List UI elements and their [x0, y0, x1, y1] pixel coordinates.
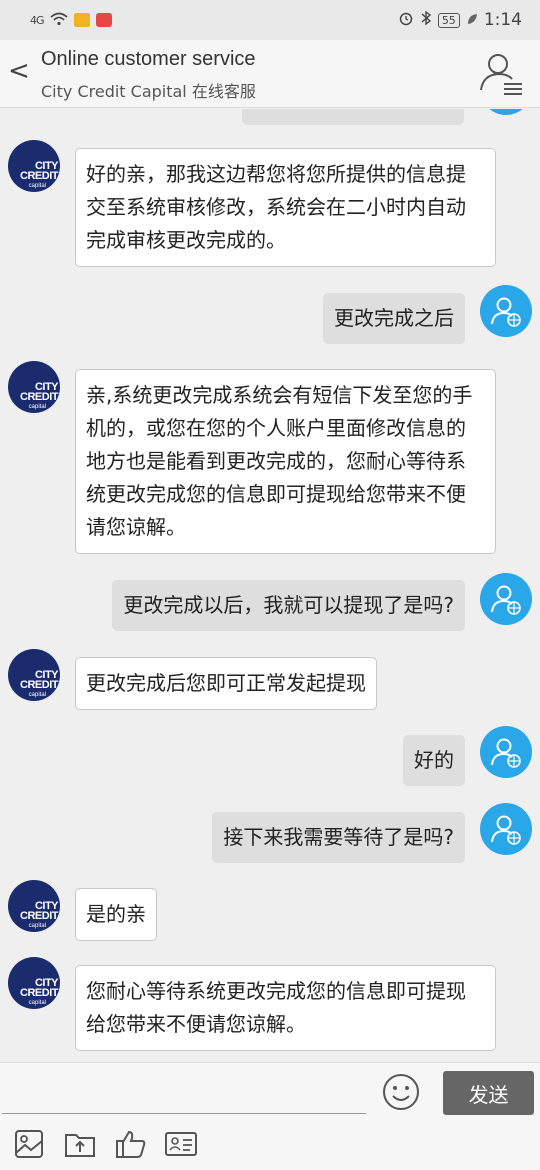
user-avatar: [480, 726, 532, 778]
back-button[interactable]: <: [8, 56, 30, 86]
battery-indicator: 55: [437, 12, 460, 28]
chat-header: < Online customer service City Credit Ca…: [0, 40, 540, 108]
agent-avatar: CITY CREDIT capital: [8, 880, 60, 932]
agent-message: 好的亲，那我这边帮您将您所提供的信息提交至系统审核修改，系统会在二小时内自动完成…: [75, 148, 496, 267]
user-avatar: [480, 573, 532, 625]
contact-card-icon[interactable]: [164, 1128, 198, 1160]
user-message: 接下来我需要等待了是吗?: [212, 812, 465, 863]
notification-app-icon: [95, 13, 112, 27]
folder-upload-icon[interactable]: [64, 1128, 98, 1160]
agent-avatar: CITY CREDIT capital: [8, 140, 60, 192]
agent-message: 更改完成后您即可正常发起提现: [75, 657, 377, 710]
thumbs-up-icon[interactable]: [115, 1128, 149, 1160]
agent-message: 您耐心等待系统更改完成您的信息即可提现给您带来不便请您谅解。: [75, 965, 496, 1051]
status-time: 1:14: [483, 10, 522, 30]
user-avatar: [480, 109, 532, 115]
message-input-bar: 发送: [0, 1062, 540, 1120]
agent-avatar: CITY CREDIT capital: [8, 361, 60, 413]
emoji-icon[interactable]: [382, 1073, 420, 1111]
user-menu-icon[interactable]: [478, 50, 524, 98]
user-message: 好的: [403, 735, 465, 786]
agent-message: 是的亲: [75, 888, 157, 941]
agent-message: 亲,系统更改完成系统会有短信下发至您的手机的，或您在您的个人账户里面修改信息的地…: [75, 369, 496, 554]
page-subtitle: City Credit Capital 在线客服: [41, 82, 256, 101]
agent-avatar: CITY CREDIT capital: [8, 957, 60, 1009]
user-message: 更改完成以后，我就可以提现了是吗?: [112, 580, 465, 631]
attachment-toolbar: [0, 1120, 540, 1170]
signal-indicator: 4G: [30, 13, 44, 27]
user-message: 更改完成之后: [323, 293, 465, 344]
alarm-icon: [398, 10, 414, 30]
agent-avatar: CITY CREDIT capital: [8, 649, 60, 701]
leaf-icon: [466, 11, 478, 30]
message-input[interactable]: [8, 1071, 364, 1111]
input-underline: [2, 1113, 366, 1114]
page-title: Online customer service: [41, 48, 256, 70]
previous-message-bubble: [242, 109, 464, 125]
user-avatar: [480, 285, 532, 337]
chat-messages[interactable]: CITY CREDIT capital 好的亲，那我这边帮您将您所提供的信息提交…: [0, 109, 540, 1062]
send-button[interactable]: 发送: [443, 1071, 534, 1115]
status-bar: 4G 55 1:14: [0, 0, 540, 40]
wifi-icon: [50, 11, 68, 30]
user-avatar: [480, 803, 532, 855]
mail-app-icon: [73, 13, 90, 27]
image-icon[interactable]: [13, 1128, 47, 1160]
bluetooth-icon: [420, 10, 432, 30]
